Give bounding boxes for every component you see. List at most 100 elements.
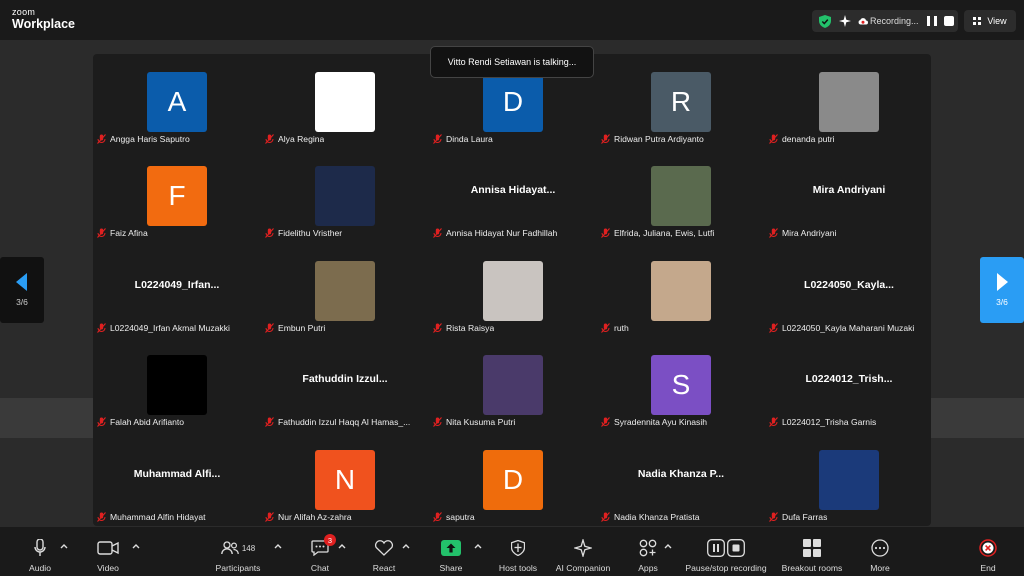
participant-tile[interactable]: L0224050_Kayla... L0224050_Kayla Maharani… bbox=[765, 243, 933, 337]
participant-avatar: N bbox=[315, 449, 375, 510]
participant-tile[interactable]: Nadia Khanza P... Nadia Khanza Pratista bbox=[597, 432, 765, 526]
muted-microphone-icon bbox=[97, 228, 106, 239]
muted-microphone-icon bbox=[769, 511, 778, 522]
muted-microphone-icon bbox=[97, 511, 106, 522]
participant-avatar bbox=[315, 166, 375, 227]
participant-tile[interactable]: Fathuddin Izzul... Fathuddin Izzul Haqq A… bbox=[261, 337, 429, 431]
participant-name: L0224050_Kayla Maharani Muzaki bbox=[782, 322, 915, 333]
participants-label: Participants bbox=[215, 563, 261, 573]
participant-tile[interactable]: F Faiz Afina bbox=[93, 148, 261, 242]
pause-recording-icon[interactable] bbox=[926, 16, 937, 26]
participant-name-label: Dinda Laura bbox=[433, 134, 493, 144]
muted-microphone-icon bbox=[265, 134, 274, 144]
participant-name: Elfrida, Juliana, Ewis, Lutfi bbox=[614, 228, 715, 239]
audio-options-chevron-icon[interactable] bbox=[60, 543, 68, 549]
share-options-chevron-icon[interactable] bbox=[474, 543, 482, 549]
react-label: React bbox=[372, 563, 396, 573]
talking-text: Vitto Rendi Setiawan is talking... bbox=[447, 57, 577, 67]
react-button[interactable]: React bbox=[364, 538, 404, 573]
participant-name-label: Nadia Khanza Pratista bbox=[601, 512, 700, 522]
participant-name: Fidelithu Vristher bbox=[278, 228, 343, 239]
participant-tile[interactable]: Embun Putri bbox=[261, 243, 429, 337]
participant-name-label: Elfrida, Juliana, Ewis, Lutfi bbox=[601, 228, 714, 238]
video-button[interactable]: Video bbox=[88, 538, 128, 573]
participant-tile[interactable]: A Angga Haris Saputro bbox=[93, 54, 261, 148]
heart-icon bbox=[374, 540, 394, 556]
next-page-button[interactable]: 3/6 bbox=[980, 257, 1024, 323]
ai-companion-label: AI Companion bbox=[555, 563, 611, 573]
participant-tile[interactable]: Nita Kusuma Putri bbox=[429, 337, 597, 431]
participant-tile[interactable]: Alya Regina bbox=[261, 54, 429, 148]
participant-name-label: Nur Alifah Az-zahra bbox=[265, 512, 352, 522]
participant-tile[interactable]: Mira Andriyani Mira Andriyani bbox=[765, 148, 933, 242]
view-button[interactable]: View bbox=[964, 10, 1016, 32]
participant-tile[interactable]: ruth bbox=[597, 243, 765, 337]
end-label: End bbox=[980, 563, 996, 573]
participant-name: Nadia Khanza Pratista bbox=[614, 511, 700, 522]
chat-options-chevron-icon[interactable] bbox=[338, 543, 346, 549]
shield-check-icon[interactable] bbox=[818, 14, 832, 28]
ai-companion-button[interactable]: AI Companion bbox=[552, 538, 614, 573]
audio-label: Audio bbox=[29, 563, 51, 573]
stop-recording-icon[interactable] bbox=[943, 16, 954, 26]
participant-avatar bbox=[315, 72, 375, 132]
participants-options-chevron-icon[interactable] bbox=[274, 543, 282, 549]
participant-name: denanda putri bbox=[782, 134, 835, 144]
participant-tile[interactable]: Muhammad Alfi... Muhammad Alfin Hidayat bbox=[93, 432, 261, 526]
participant-avatar bbox=[483, 260, 543, 321]
host-tools-button[interactable]: Host tools bbox=[494, 538, 542, 573]
participant-tile[interactable]: Dufa Farras bbox=[765, 432, 933, 526]
participant-tile[interactable]: Dsaputra bbox=[429, 432, 597, 526]
participant-name-label: Angga Haris Saputro bbox=[97, 134, 190, 144]
participant-display-name: Mira Andriyani bbox=[812, 184, 886, 197]
participant-display-name: L0224049_Irfan... bbox=[134, 278, 220, 291]
participant-avatar bbox=[819, 449, 879, 510]
end-meeting-button[interactable]: End bbox=[970, 538, 1006, 573]
pause-recording-label: Pause/stop recording bbox=[685, 563, 767, 573]
participant-tile[interactable]: S Syradennita Ayu Kinasih bbox=[597, 337, 765, 431]
participant-tile[interactable]: L0224049_Irfan... L0224049_Irfan Akmal Mu… bbox=[93, 243, 261, 337]
participant-display-name: Muhammad Alfi... bbox=[133, 467, 221, 480]
share-button[interactable]: Share bbox=[431, 538, 471, 573]
participant-tile[interactable]: Elfrida, Juliana, Ewis, Lutfi bbox=[597, 148, 765, 242]
muted-microphone-icon bbox=[601, 134, 610, 144]
apps-options-chevron-icon[interactable] bbox=[664, 543, 672, 549]
video-options-chevron-icon[interactable] bbox=[132, 543, 140, 549]
participant-tile[interactable]: Falah Abid Arifianto bbox=[93, 337, 261, 431]
more-button[interactable]: More bbox=[860, 538, 900, 573]
muted-microphone-icon bbox=[601, 228, 610, 239]
pause-stop-recording-button[interactable]: Pause/stop recording bbox=[682, 538, 770, 573]
audio-button[interactable]: Audio bbox=[20, 538, 60, 573]
participant-tile[interactable]: Annisa Hidayat... Annisa Hidayat Nur Fadh… bbox=[429, 148, 597, 242]
participants-button[interactable]: 148 Participants bbox=[210, 538, 266, 573]
muted-microphone-icon bbox=[265, 511, 274, 522]
meeting-toolbar: Audio Video 148 Participants 3 Chat Reac… bbox=[0, 527, 1024, 576]
react-options-chevron-icon[interactable] bbox=[402, 543, 410, 549]
muted-microphone-icon bbox=[433, 417, 442, 428]
previous-page-button[interactable]: 3/6 bbox=[0, 257, 44, 323]
participant-name: Dinda Laura bbox=[446, 134, 493, 144]
muted-microphone-icon bbox=[433, 134, 442, 144]
participant-display-name: Annisa Hidayat... bbox=[470, 184, 556, 197]
ai-sparkle-icon[interactable] bbox=[838, 14, 852, 28]
participant-name: L0224049_Irfan Akmal Muzakki bbox=[110, 322, 230, 333]
participant-name-label: Fathuddin Izzul Haqq Al Hamas_... bbox=[265, 417, 410, 427]
breakout-rooms-icon bbox=[803, 539, 821, 557]
participant-tile[interactable]: N Nur Alifah Az-zahra bbox=[261, 432, 429, 526]
participant-tile[interactable]: denanda putri bbox=[765, 54, 933, 148]
participant-name-label: L0224049_Irfan Akmal Muzakki bbox=[97, 323, 230, 333]
participant-name: Nur Alifah Az-zahra bbox=[278, 511, 352, 522]
participant-tile[interactable]: R Ridwan Putra Ardiyanto bbox=[597, 54, 765, 148]
muted-microphone-icon bbox=[97, 417, 106, 428]
breakout-rooms-button[interactable]: Breakout rooms bbox=[780, 538, 844, 573]
chat-button[interactable]: 3 Chat bbox=[300, 534, 340, 573]
participant-name: Dufa Farras bbox=[782, 511, 828, 522]
participant-tile[interactable]: Rista Raisya bbox=[429, 243, 597, 337]
video-label: Video bbox=[97, 563, 119, 573]
video-camera-icon bbox=[97, 541, 119, 555]
recording-status[interactable]: Recording... bbox=[812, 10, 958, 32]
participant-tile[interactable]: Fidelithu Vristher bbox=[261, 148, 429, 242]
apps-button[interactable]: Apps bbox=[628, 538, 668, 573]
participant-tile[interactable]: L0224012_Trish... L0224012_Trisha Garnis bbox=[765, 337, 933, 431]
participant-name: Syradennita Ayu Kinasih bbox=[614, 417, 708, 428]
